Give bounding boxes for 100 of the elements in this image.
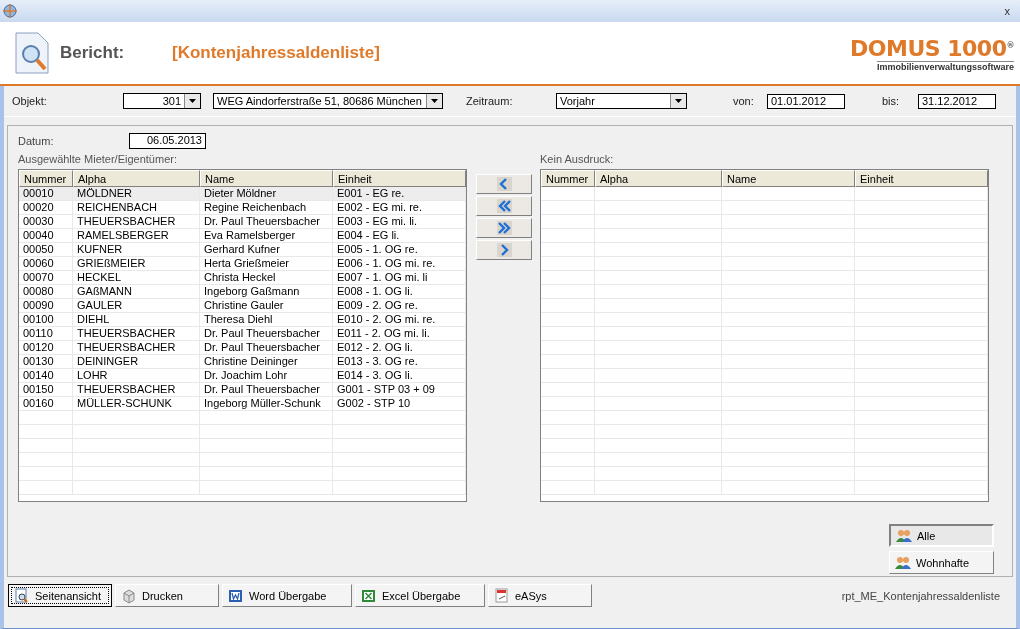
table-cell: Christine Deininger <box>200 355 333 368</box>
spreadsheet-icon <box>361 587 376 604</box>
column-header[interactable]: Alpha <box>595 170 722 187</box>
filter-button[interactable]: Alle <box>889 524 994 547</box>
von-label: von: <box>733 95 755 107</box>
chevron-left-icon <box>496 177 512 191</box>
move-button[interactable] <box>476 218 532 238</box>
table-cell: 00040 <box>19 229 73 242</box>
table-cell: 00060 <box>19 257 73 270</box>
table-cell: 00080 <box>19 285 73 298</box>
action-button[interactable]: Seitenansicht <box>8 584 112 607</box>
chevron-right-icon <box>496 243 512 257</box>
column-header[interactable]: Name <box>722 170 855 187</box>
table-cell: E013 - 3. OG re. <box>333 355 466 368</box>
document-icon <box>494 587 509 604</box>
table-cell: 00130 <box>19 355 73 368</box>
action-button[interactable]: eASys <box>488 584 592 607</box>
objekt-dropdown[interactable]: 301 <box>123 93 201 109</box>
table-cell: 00150 <box>19 383 73 396</box>
table-cell: Eva Ramelsberger <box>200 229 333 242</box>
action-button[interactable]: Drucken <box>115 584 219 607</box>
report-name: rpt_ME_Kontenjahressaldenliste <box>841 589 1000 602</box>
table-cell: 00050 <box>19 243 73 256</box>
bis-date-field[interactable]: 31.12.2012 <box>918 93 996 109</box>
table-cell: E003 - EG mi. li. <box>333 215 466 228</box>
double-chevron-right-icon <box>496 221 512 235</box>
bis-label: bis: <box>882 95 901 107</box>
table-cell: MÜLLER-SCHUNK <box>73 397 200 410</box>
report-title: [Kontenjahressaldenliste] <box>172 43 380 63</box>
table-cell: Dr. Paul Theuersbacher <box>200 383 333 396</box>
zeitraum-dropdown[interactable]: Vorjahr <box>556 93 687 109</box>
table-cell: 00090 <box>19 299 73 312</box>
table-cell: E010 - 2. OG mi. re. <box>333 313 466 326</box>
table-cell: Regine Reichenbach <box>200 201 333 214</box>
table-cell: GAULER <box>73 299 200 312</box>
box-icon <box>121 587 136 604</box>
table-cell: Ingeborg Gaßmann <box>200 285 333 298</box>
table-cell: 00160 <box>19 397 73 410</box>
report-label: Bericht: <box>60 43 126 63</box>
column-header[interactable]: Name <box>200 170 333 187</box>
column-header[interactable]: Alpha <box>73 170 200 187</box>
dropdown-arrow-icon <box>675 99 682 103</box>
action-button[interactable]: Excel Übergabe <box>355 584 485 607</box>
table-cell: Gerhard Kufner <box>200 243 333 256</box>
table-cell: THEUERSBACHER <box>73 341 200 354</box>
column-header[interactable]: Einheit <box>333 170 466 187</box>
table-cell: 00140 <box>19 369 73 382</box>
table-cell: Dieter Möldner <box>200 187 333 200</box>
table-cell: GAßMANN <box>73 285 200 298</box>
move-button[interactable] <box>476 196 532 216</box>
table-cell: 00110 <box>19 327 73 340</box>
table-cell: GRIEßMEIER <box>73 257 200 270</box>
logo-tagline: Immobilienverwaltungssoftware <box>876 61 1014 73</box>
column-header[interactable]: Nummer <box>19 170 73 187</box>
table-cell: MÖLDNER <box>73 187 200 200</box>
people-icon <box>895 555 911 570</box>
table-cell: Christa Heckel <box>200 271 333 284</box>
logo-wordmark: DOMUS 1000$^{®}$ <box>850 35 1014 62</box>
table-cell: Christine Gauler <box>200 299 333 312</box>
table-cell: DEININGER <box>73 355 200 368</box>
dropdown-arrow-icon <box>189 99 196 103</box>
move-button[interactable] <box>476 174 532 194</box>
table-cell: Dr. Paul Theuersbacher <box>200 327 333 340</box>
table-cell: THEUERSBACHER <box>73 327 200 340</box>
von-date-field[interactable]: 01.01.2012 <box>767 93 845 109</box>
table-cell: Herta Grießmeier <box>200 257 333 270</box>
table-cell: 00020 <box>19 201 73 214</box>
page-magnifier-icon <box>14 587 29 604</box>
table-cell: THEUERSBACHER <box>73 215 200 228</box>
objekt-label: Objekt: <box>12 95 48 107</box>
table-cell: RAMELSBERGER <box>73 229 200 242</box>
table-cell: E012 - 2. OG li. <box>333 341 466 354</box>
table-cell: E009 - 2. OG re. <box>333 299 466 312</box>
list-title: Ausgewählte Mieter/Eigentümer: <box>18 153 178 165</box>
address-dropdown[interactable]: WEG Aindorferstraße 51, 80686 München <box>213 93 443 109</box>
datum-field[interactable]: 06.05.2013 <box>129 133 206 149</box>
datum-label: Datum: <box>18 135 55 147</box>
double-chevron-left-icon <box>496 199 512 213</box>
filter-button[interactable]: Wohnhafte <box>889 551 994 574</box>
table-cell: HECKEL <box>73 271 200 284</box>
table-cell: 00030 <box>19 215 73 228</box>
word-document-icon <box>228 587 243 604</box>
table-cell: E007 - 1. OG mi. li <box>333 271 466 284</box>
move-button[interactable] <box>476 240 532 260</box>
table-cell: E006 - 1. OG mi. re. <box>333 257 466 270</box>
table-cell: E014 - 3. OG li. <box>333 369 466 382</box>
table-cell: E011 - 2. OG mi. li. <box>333 327 466 340</box>
table-cell: E001 - EG re. <box>333 187 466 200</box>
table-cell: KUFNER <box>73 243 200 256</box>
column-header[interactable]: Nummer <box>541 170 595 187</box>
table-cell: DIEHL <box>73 313 200 326</box>
table-cell: 00100 <box>19 313 73 326</box>
column-header[interactable]: Einheit <box>855 170 988 187</box>
table-cell: E005 - 1. OG re. <box>333 243 466 256</box>
action-button[interactable]: Word Übergabe <box>222 584 352 607</box>
table-cell: Ingeborg Müller-Schunk <box>200 397 333 410</box>
people-icon <box>896 528 912 543</box>
close-button[interactable]: x <box>1004 5 1010 17</box>
table-cell: Dr. Joachim Lohr <box>200 369 333 382</box>
table-cell: G002 - STP 10 <box>333 397 466 410</box>
